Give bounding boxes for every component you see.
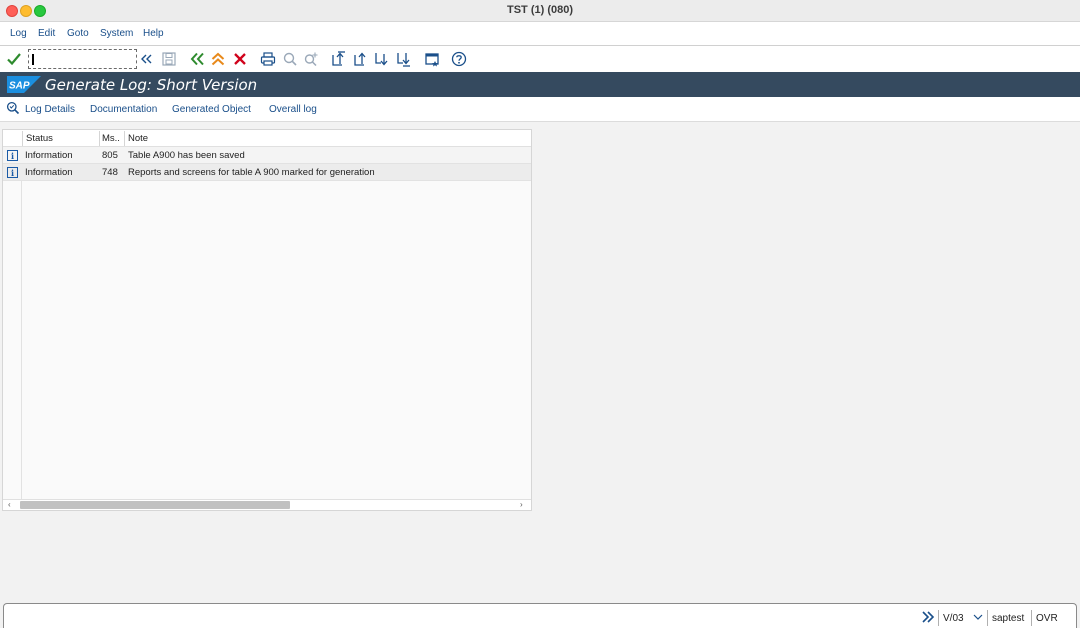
column-separator xyxy=(99,131,100,146)
note-cell: Table A900 has been saved xyxy=(128,150,245,161)
status-separator xyxy=(987,610,988,626)
previous-page-icon[interactable] xyxy=(352,50,370,68)
column-separator xyxy=(22,131,23,146)
text-caret xyxy=(32,54,34,65)
print-icon[interactable] xyxy=(259,50,277,68)
sap-logo-icon: SAP xyxy=(7,76,41,93)
scrollbar-thumb[interactable] xyxy=(20,501,290,509)
command-field[interactable] xyxy=(28,49,137,69)
status-separator xyxy=(1031,610,1032,626)
menu-system[interactable]: System xyxy=(100,28,133,39)
column-header-status[interactable]: Status xyxy=(26,133,53,144)
layout-icon[interactable] xyxy=(423,50,441,68)
screen-header: SAP Generate Log: Short Version xyxy=(0,72,1080,97)
input-mode[interactable]: OVR xyxy=(1036,613,1058,624)
page-title: Generate Log: Short Version xyxy=(45,76,258,94)
find-icon[interactable] xyxy=(281,50,299,68)
back-nav-icon[interactable] xyxy=(137,50,155,68)
scroll-left-arrow-icon[interactable]: ‹ xyxy=(8,500,11,509)
back-icon[interactable] xyxy=(188,50,206,68)
horizontal-scrollbar[interactable]: ‹ › xyxy=(3,499,531,510)
row-selector-column xyxy=(3,130,22,510)
table-row[interactable]: i Information 748 Reports and screens fo… xyxy=(3,164,531,181)
menu-help[interactable]: Help xyxy=(143,28,164,39)
application-toolbar: Log Details Documentation Generated Obje… xyxy=(0,97,1080,122)
status-cell: Information xyxy=(25,150,73,161)
save-icon[interactable] xyxy=(160,50,178,68)
overall-log-button[interactable]: Overall log xyxy=(269,104,317,115)
window-title: TST (1) (080) xyxy=(506,4,573,16)
expand-status-icon[interactable] xyxy=(921,610,935,624)
status-separator xyxy=(938,610,939,626)
window-titlebar: TST (1) (080) xyxy=(0,0,1080,22)
message-number-cell: 748 xyxy=(102,167,118,178)
chevron-down-icon[interactable] xyxy=(972,611,984,623)
scroll-right-arrow-icon[interactable]: › xyxy=(520,500,523,509)
status-cell: Information xyxy=(25,167,73,178)
table-row[interactable]: i Information 805 Table A900 has been sa… xyxy=(3,147,531,164)
status-bar: V/03 saptest OVR xyxy=(3,603,1077,628)
find-next-icon[interactable] xyxy=(302,50,320,68)
check-icon[interactable] xyxy=(5,50,23,68)
help-icon[interactable] xyxy=(450,50,468,68)
table-header: Status Ms.. Note xyxy=(3,130,531,147)
exit-icon[interactable] xyxy=(209,50,227,68)
user-name: saptest xyxy=(992,613,1025,624)
menu-goto[interactable]: Goto xyxy=(67,28,89,39)
last-page-icon[interactable] xyxy=(395,50,413,68)
first-page-icon[interactable] xyxy=(330,50,348,68)
sap-logo-text: SAP xyxy=(9,81,30,92)
information-icon: i xyxy=(7,150,18,161)
menu-bar: Log Edit Goto System Help xyxy=(0,22,1080,46)
log-details-button[interactable]: Log Details xyxy=(25,104,75,115)
information-icon: i xyxy=(7,167,18,178)
note-cell: Reports and screens for table A 900 mark… xyxy=(128,167,375,178)
generated-object-button[interactable]: Generated Object xyxy=(172,104,251,115)
column-header-note[interactable]: Note xyxy=(128,133,148,144)
menu-log[interactable]: Log xyxy=(10,28,27,39)
next-page-icon[interactable] xyxy=(373,50,391,68)
documentation-button[interactable]: Documentation xyxy=(90,104,157,115)
message-number-cell: 805 xyxy=(102,150,118,161)
standard-toolbar xyxy=(0,46,1080,72)
menu-edit[interactable]: Edit xyxy=(38,28,55,39)
column-header-ms[interactable]: Ms.. xyxy=(102,133,120,144)
transaction-code: V/03 xyxy=(943,613,964,624)
cancel-icon[interactable] xyxy=(231,50,249,68)
column-separator xyxy=(124,131,125,146)
log-table: Status Ms.. Note i Information 805 Table… xyxy=(2,129,532,511)
log-details-icon[interactable] xyxy=(6,101,20,115)
